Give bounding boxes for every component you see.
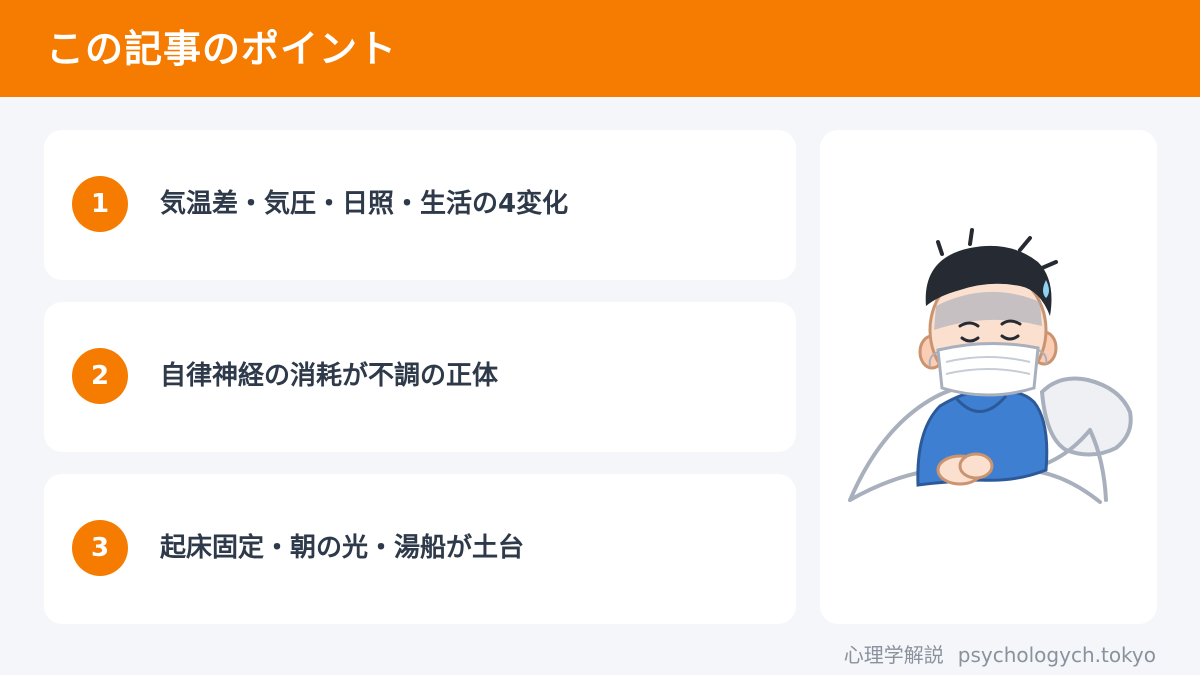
illustration-card [820,130,1157,624]
site-name: 心理学解説 [843,643,944,667]
point-card-2: 2 自律神経の消耗が不調の正体 [44,302,796,452]
point-number-badge: 3 [72,520,128,576]
point-card-1: 1 気温差・気圧・日照・生活の4変化 [44,130,796,280]
point-number-badge: 1 [72,176,128,232]
page-title: この記事のポイント [46,27,398,71]
site-url: psychologych.tokyo [957,643,1156,667]
point-text: 自律神経の消耗が不調の正体 [160,361,499,391]
point-text: 起床固定・朝の光・湯船が土台 [160,533,525,563]
point-text: 気温差・気圧・日照・生活の4変化 [160,189,569,219]
footer-credit: 心理学解説 psychologych.tokyo [844,641,1156,669]
point-number-badge: 2 [72,348,128,404]
sick-boy-with-mask-in-bed-icon [848,228,1133,504]
point-card-3: 3 起床固定・朝の光・湯船が土台 [44,474,796,624]
header-bar: この記事のポイント [0,0,1200,97]
